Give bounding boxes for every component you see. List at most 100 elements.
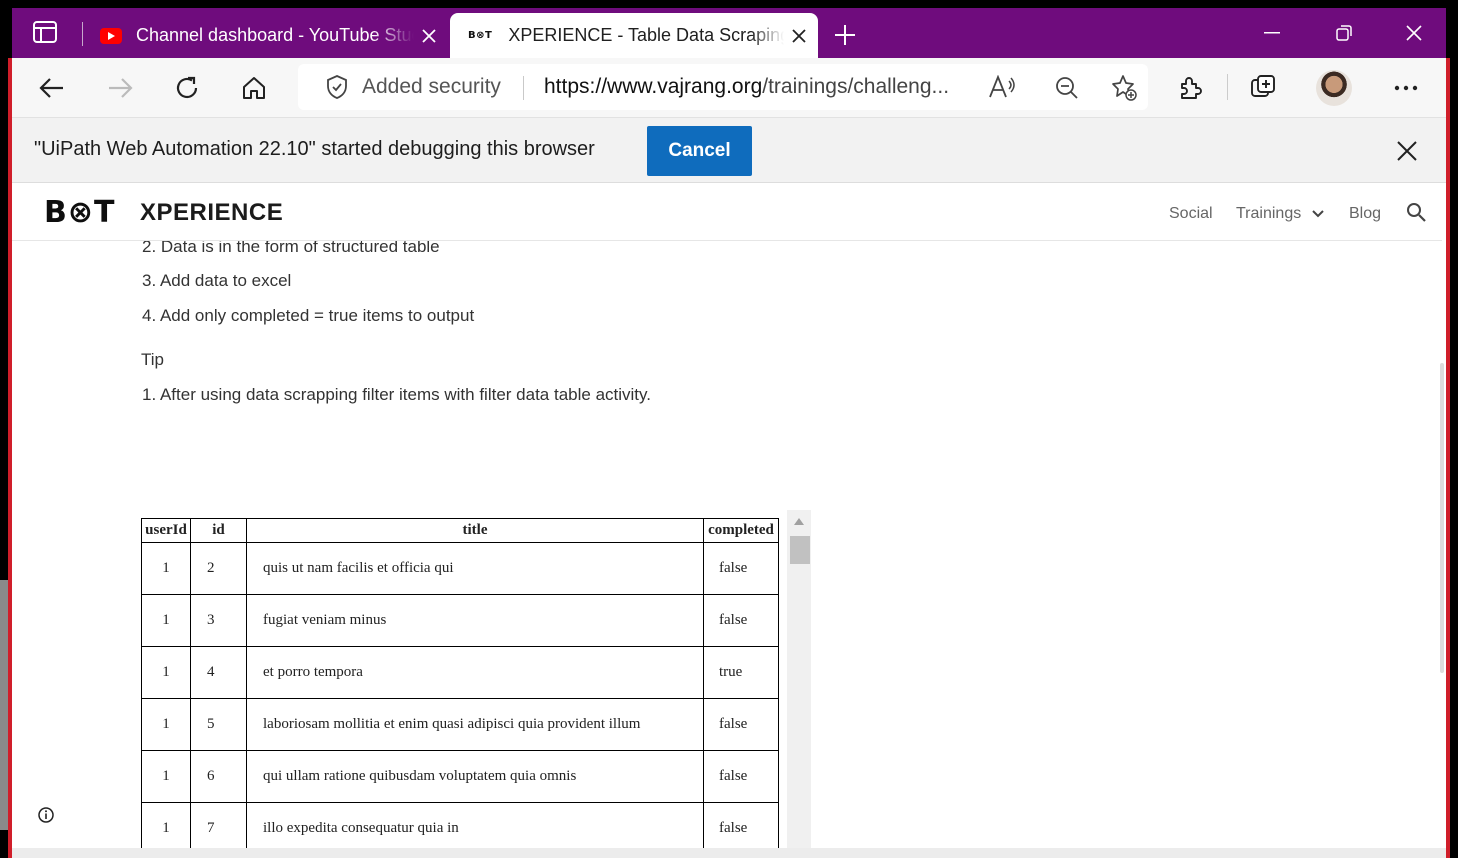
cell-completed: false [703, 802, 779, 848]
address-bar[interactable]: Added security https://www.vajrang.org/t… [298, 64, 1148, 110]
zoom-out-icon[interactable] [1055, 76, 1079, 100]
cell-title: laboriosam mollitia et enim quasi adipis… [246, 698, 704, 751]
new-tab-button[interactable] [830, 20, 860, 50]
header-id: id [190, 518, 247, 543]
bottom-edge [12, 848, 1446, 858]
browser-window: Channel dashboard - YouTube Studio B⊗T X… [0, 0, 1458, 858]
minimize-button[interactable] [1252, 18, 1292, 48]
shield-icon[interactable] [326, 75, 348, 99]
extensions-icon[interactable] [1170, 70, 1210, 106]
cell-id: 7 [190, 802, 247, 848]
security-label[interactable]: Added security [362, 75, 501, 99]
cell-completed: false [703, 698, 779, 751]
tab-actions-icon[interactable] [32, 20, 60, 46]
cell-userid: 1 [141, 698, 191, 751]
cell-userid: 1 [141, 542, 191, 595]
profile-avatar[interactable] [1316, 70, 1352, 106]
nav-blog[interactable]: Blog [1349, 205, 1381, 223]
youtube-icon [100, 27, 122, 44]
cell-id: 4 [190, 646, 247, 699]
cell-title: illo expedita consequatur quia in [246, 802, 704, 848]
site-logo[interactable]: B⊗T [44, 195, 115, 230]
refresh-button[interactable] [167, 70, 207, 106]
close-icon[interactable] [414, 21, 444, 51]
list-item: 1. After using data scrapping filter ite… [142, 385, 651, 404]
cell-id: 5 [190, 698, 247, 751]
page-scrollbar[interactable] [1440, 363, 1444, 673]
table-row: 1 4 et porro tempora true [141, 646, 779, 699]
debugging-infobar: "UiPath Web Automation 22.10" started de… [12, 118, 1446, 183]
cell-title: qui ullam ratione quibusdam voluptatem q… [246, 750, 704, 803]
browser-toolbar: Added security https://www.vajrang.org/t… [12, 58, 1446, 118]
restore-button[interactable] [1324, 18, 1364, 48]
site-header: B⊗T XPERIENCE Social Trainings Blog [12, 183, 1442, 241]
close-icon[interactable] [784, 21, 814, 51]
tab-strip: Channel dashboard - YouTube Studio B⊗T X… [12, 8, 1446, 58]
web-page: 2. Data is in the form of structured tab… [12, 183, 1446, 848]
toolbar-separator [1227, 74, 1228, 100]
cell-title: et porro tempora [246, 646, 704, 699]
cell-completed: true [703, 646, 779, 699]
nav-trainings-label: Trainings [1236, 205, 1302, 222]
cell-completed: false [703, 594, 779, 647]
cell-id: 2 [190, 542, 247, 595]
todo-table: userId id title completed 1 2 quis ut na… [141, 518, 779, 848]
top-edge [0, 0, 1458, 8]
header-title: title [246, 518, 704, 543]
tab-title: Channel dashboard - YouTube Studio [136, 25, 414, 45]
url-text[interactable]: https://www.vajrang.org/trainings/challe… [544, 75, 974, 99]
chevron-down-icon [1311, 210, 1324, 218]
botxperience-icon: B⊗T [468, 30, 493, 41]
infobar-message: "UiPath Web Automation 22.10" started de… [34, 138, 595, 160]
home-button[interactable] [234, 70, 274, 106]
table-row: 1 3 fugiat veniam minus false [141, 594, 779, 647]
cell-title: fugiat veniam minus [246, 594, 704, 647]
scroll-up-arrow-icon[interactable] [794, 518, 804, 525]
cell-title: quis ut nam facilis et officia qui [246, 542, 704, 595]
scrollbar-thumb[interactable] [790, 536, 810, 564]
close-icon[interactable] [1392, 136, 1422, 166]
cell-completed: false [703, 750, 779, 803]
header-completed: completed [703, 518, 779, 543]
cell-completed: false [703, 542, 779, 595]
table-row: 1 6 qui ullam ratione quibusdam voluptat… [141, 750, 779, 803]
more-menu-icon[interactable] [1386, 70, 1426, 106]
cell-userid: 1 [141, 594, 191, 647]
cell-userid: 1 [141, 802, 191, 848]
table-row: 1 2 quis ut nam facilis et officia qui f… [141, 542, 779, 595]
back-button[interactable] [32, 70, 72, 106]
list-item: 3. Add data to excel [142, 271, 292, 290]
tab-youtube-studio[interactable]: Channel dashboard - YouTube Studio [92, 13, 448, 58]
close-window-button[interactable] [1394, 18, 1434, 48]
nav-social[interactable]: Social [1169, 205, 1213, 223]
header-userid: userId [141, 518, 191, 543]
nav-trainings[interactable]: Trainings [1236, 205, 1324, 223]
tab-title: XPERIENCE - Table Data Scraping [508, 25, 784, 45]
cancel-button[interactable]: Cancel [647, 126, 752, 176]
window-border-right [1446, 58, 1450, 858]
table-header-row: userId id title completed [141, 518, 779, 543]
table-row: 1 7 illo expedita consequatur quia in fa… [141, 802, 779, 848]
search-icon[interactable] [1406, 202, 1426, 222]
url-domain: https://www.vajrang.org [544, 75, 763, 98]
cell-id: 6 [190, 750, 247, 803]
tip-heading: Tip [141, 350, 164, 369]
add-favorite-icon[interactable] [1110, 74, 1138, 102]
data-table-frame: userId id title completed 1 2 quis ut na… [141, 510, 811, 848]
forward-button[interactable] [100, 70, 140, 106]
tab-table-data-scraping[interactable]: B⊗T XPERIENCE - Table Data Scraping [450, 13, 818, 58]
background-edge [0, 580, 8, 830]
table-scrollbar[interactable] [787, 510, 811, 848]
cell-userid: 1 [141, 646, 191, 699]
cell-userid: 1 [141, 750, 191, 803]
read-aloud-icon[interactable] [988, 75, 1016, 99]
info-icon[interactable] [38, 807, 54, 823]
address-separator [523, 76, 524, 100]
tab-separator [82, 22, 83, 46]
collections-icon[interactable] [1244, 70, 1284, 106]
list-item: 4. Add only completed = true items to ou… [142, 306, 475, 325]
table-row: 1 5 laboriosam mollitia et enim quasi ad… [141, 698, 779, 751]
url-path: /trainings/challeng... [762, 75, 950, 98]
cell-id: 3 [190, 594, 247, 647]
site-brand[interactable]: XPERIENCE [140, 199, 283, 227]
